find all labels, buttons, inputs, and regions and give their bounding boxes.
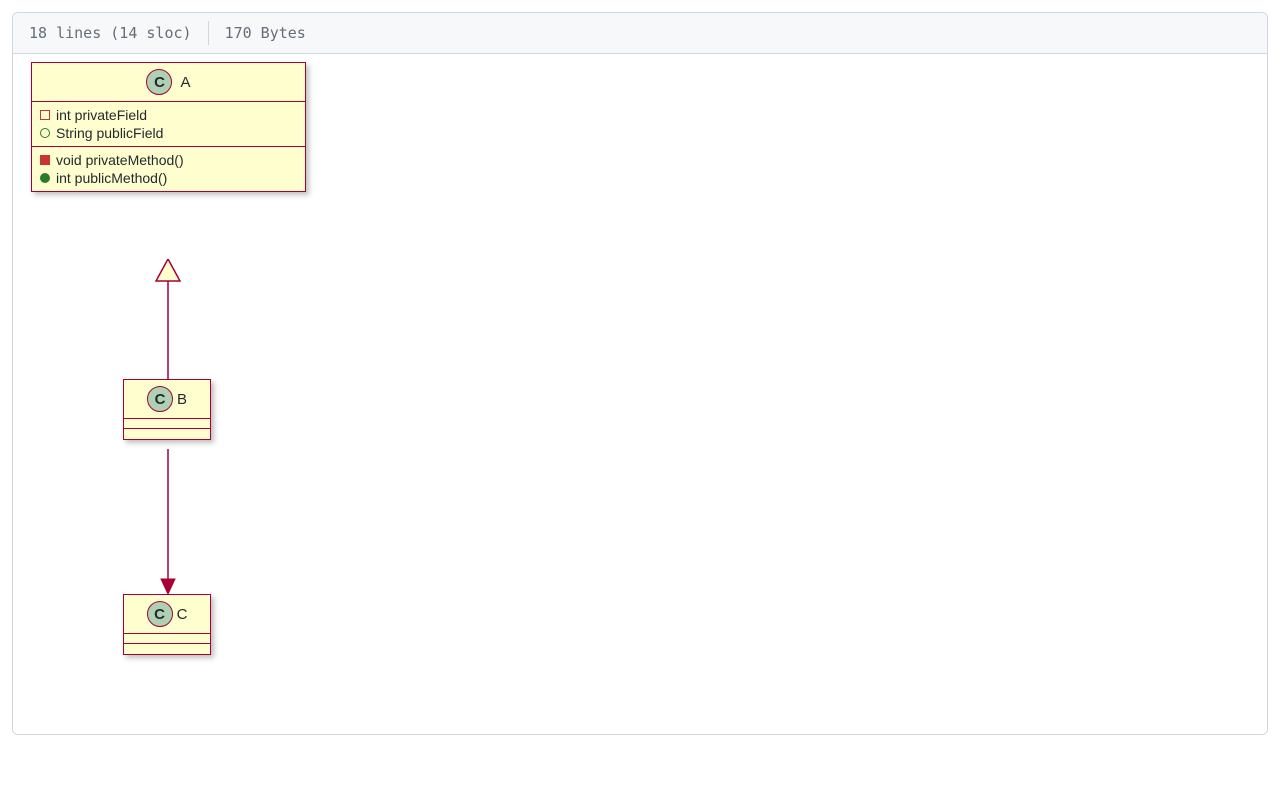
class-b-methods [124,429,210,439]
method-row: int publicMethod() [40,169,297,187]
class-b-name: B [177,391,187,408]
class-icon-letter: C [154,74,165,91]
method-text: int publicMethod() [56,170,167,186]
lines-count: 18 lines (14 sloc) [29,24,192,42]
class-c-methods [124,644,210,654]
class-a-header: C A [32,63,305,102]
file-header: 18 lines (14 sloc) 170 Bytes [13,13,1267,54]
class-c-fields [124,634,210,644]
extends-connector [153,259,183,379]
uml-class-a: C A int privateField String publicField … [31,62,306,192]
uml-diagram: C A int privateField String publicField … [13,54,1267,734]
private-method-icon [40,155,50,165]
header-divider [208,21,209,45]
class-icon-letter: C [154,606,165,623]
method-row: void privateMethod() [40,151,297,169]
class-icon-letter: C [155,391,166,408]
class-a-methods: void privateMethod() int publicMethod() [32,147,305,191]
field-text: int privateField [56,107,147,123]
uml-class-b: C B [123,379,211,440]
class-type-icon: C [147,601,173,627]
class-b-header: C B [124,380,210,419]
file-container: 18 lines (14 sloc) 170 Bytes C A int pri… [12,12,1268,735]
field-row: int privateField [40,106,297,124]
association-connector [153,449,183,594]
method-text: void privateMethod() [56,152,184,168]
class-b-fields [124,419,210,429]
uml-class-c: C C [123,594,211,655]
class-a-name: A [180,74,190,91]
private-field-icon [40,110,50,120]
class-type-icon: C [147,386,173,412]
class-c-name: C [177,606,188,623]
public-method-icon [40,173,50,183]
public-field-icon [40,128,50,138]
bytes-count: 170 Bytes [225,24,306,42]
field-row: String publicField [40,124,297,142]
class-c-header: C C [124,595,210,634]
class-type-icon: C [146,69,172,95]
class-a-fields: int privateField String publicField [32,102,305,147]
field-text: String publicField [56,125,163,141]
